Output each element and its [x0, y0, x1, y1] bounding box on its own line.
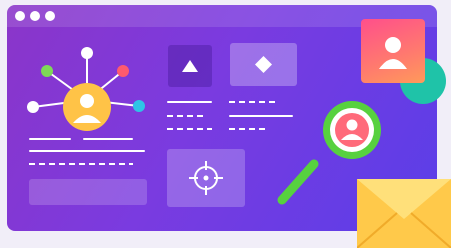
- illustration-canvas: [0, 0, 451, 248]
- dashed-line: [29, 163, 133, 165]
- window-dot-1: [15, 11, 25, 21]
- text-line: [29, 138, 71, 140]
- profile-card-icon: [361, 19, 425, 83]
- text-line: [29, 150, 145, 152]
- envelope-icon: [357, 179, 451, 248]
- triangle-card: [168, 45, 212, 87]
- dashed-line: [229, 128, 269, 130]
- dashed-line: [167, 128, 212, 130]
- network-node-green: [41, 65, 53, 77]
- dashed-line: [229, 101, 275, 103]
- network-node-cyan: [133, 100, 145, 112]
- window-dot-3: [45, 11, 55, 21]
- triangle-icon: [182, 60, 198, 72]
- text-line: [83, 138, 133, 140]
- text-line: [167, 101, 212, 103]
- crosshair-card: [167, 149, 245, 207]
- crosshair-icon: [189, 161, 223, 195]
- network-hub-icon: [27, 47, 145, 131]
- network-node-top: [81, 47, 93, 59]
- diamond-card: [230, 43, 297, 86]
- diamond-icon: [255, 56, 272, 73]
- network-node-red: [117, 65, 129, 77]
- network-node-left: [27, 101, 39, 113]
- placeholder-bar: [29, 179, 147, 205]
- dashed-line: [167, 115, 207, 117]
- window-dot-2: [30, 11, 40, 21]
